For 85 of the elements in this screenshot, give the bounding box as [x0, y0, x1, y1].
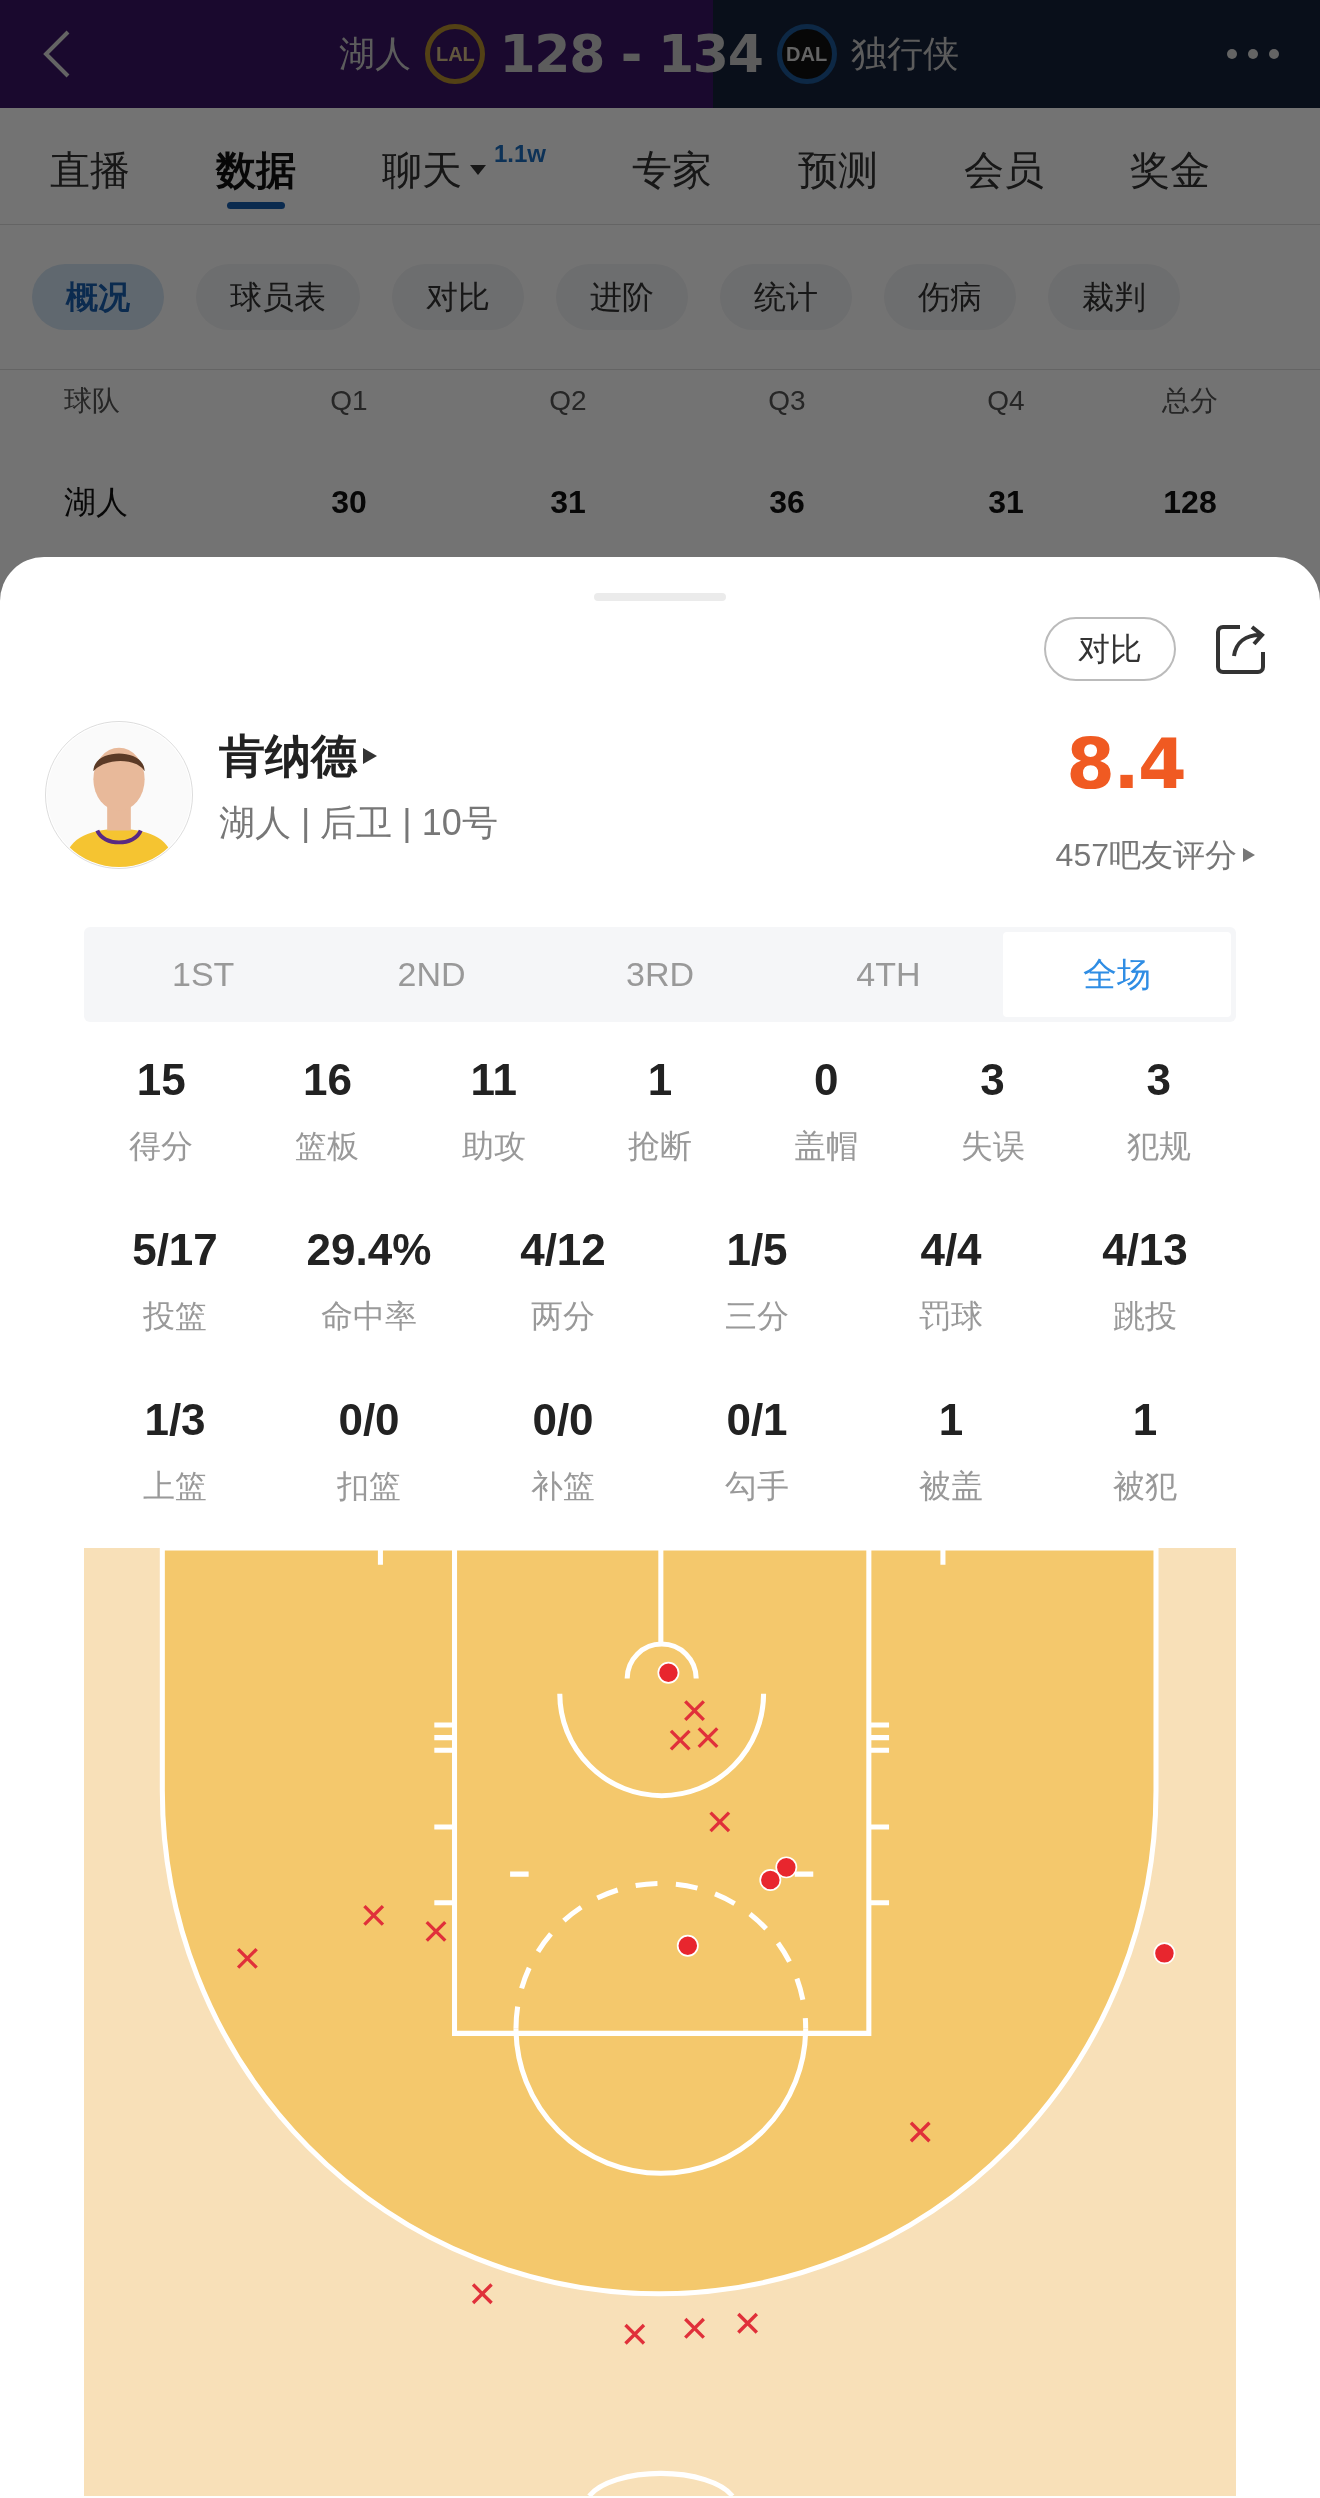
stat-label: 三分	[725, 1300, 789, 1332]
tab[interactable]: 专家	[632, 150, 713, 190]
table-cell-text: 36	[769, 483, 805, 522]
table-cell-text: 湖人	[64, 483, 128, 522]
stat-value: 4/12	[520, 1228, 606, 1272]
filter-chip[interactable]: 伤病	[884, 264, 1016, 330]
stat-label: 盖帽	[794, 1130, 859, 1162]
table-cell-text: 总分	[1162, 384, 1218, 418]
player-name[interactable]: 肯纳德	[219, 733, 357, 779]
score: 128 - 134	[499, 23, 763, 86]
table-cell-text: Q2	[549, 384, 587, 418]
filter-chip[interactable]: 对比	[392, 264, 524, 330]
stat-label: 补篮	[531, 1470, 595, 1502]
stat-label: 失误	[960, 1130, 1025, 1162]
tab[interactable]: 奖金	[1130, 150, 1211, 190]
stat-value: 1/3	[144, 1398, 206, 1442]
stat-label: 助攻	[461, 1130, 526, 1162]
player-info: 湖人 | 后卫 | 10号	[219, 805, 499, 841]
period-tab[interactable]: 全场	[1002, 932, 1232, 1017]
stat-label: 命中率	[321, 1300, 417, 1332]
tab[interactable]: 会员	[964, 150, 1045, 190]
stat-label: 得分	[129, 1130, 194, 1162]
table-cell-text: Q4	[987, 384, 1025, 418]
stat-value: 3	[980, 1058, 1005, 1102]
stat-label: 勾手	[725, 1470, 789, 1502]
tab-underline	[227, 202, 285, 209]
filter-chip[interactable]: 球员表	[196, 264, 360, 330]
period-tab[interactable]: 3RD	[545, 932, 775, 1017]
stat-value: 0	[814, 1058, 839, 1102]
stat-value: 29.4%	[306, 1228, 432, 1272]
stat-value: 1	[647, 1058, 673, 1102]
filter-chip[interactable]: 进阶	[556, 264, 688, 330]
stat-label: 跳投	[1113, 1300, 1177, 1332]
team-name: 独行侠	[850, 32, 959, 76]
more-icon[interactable]	[1226, 48, 1280, 60]
stat-value: 0/1	[726, 1398, 788, 1442]
period-tab[interactable]: 4TH	[774, 932, 1003, 1017]
stat-value: 15	[136, 1058, 186, 1102]
stat-value: 0/0	[338, 1398, 400, 1442]
stat-value: 16	[302, 1058, 352, 1102]
stat-label: 被犯	[1113, 1470, 1177, 1502]
filter-chip[interactable]: 裁判	[1048, 264, 1180, 330]
stat-value: 1	[938, 1398, 964, 1442]
team-logo: LAL	[425, 24, 486, 84]
filter-chip[interactable]: 概况	[32, 264, 164, 330]
tab[interactable]: 直播	[50, 150, 130, 190]
play-icon	[1243, 848, 1255, 862]
tab[interactable]: 数据	[216, 150, 296, 190]
table-cell-text: 球队	[64, 384, 120, 418]
period-tab[interactable]: 1ST	[89, 932, 318, 1017]
stat-label: 抢断	[628, 1130, 692, 1162]
stat-label: 上篮	[143, 1470, 207, 1502]
stat-label: 罚球	[919, 1300, 983, 1332]
team-name: 湖人	[339, 32, 412, 76]
table-cell-text: 31	[988, 483, 1024, 522]
stat-label: 扣篮	[337, 1470, 401, 1502]
stat-value: 1	[1132, 1398, 1158, 1442]
table-cell-text: 30	[331, 483, 367, 522]
play-icon	[363, 748, 377, 764]
rating-count[interactable]: 457吧友评分	[1055, 839, 1237, 871]
stat-value: 0/0	[532, 1398, 594, 1442]
stat-label: 被盖	[919, 1470, 983, 1502]
table-cell-text: 128	[1163, 483, 1217, 522]
table-cell-text: 31	[550, 483, 586, 522]
compare-button[interactable]: 对比	[1044, 617, 1176, 681]
stat-value: 5/17	[132, 1228, 218, 1272]
period-tab[interactable]: 2ND	[317, 932, 546, 1017]
tab[interactable]: 聊天	[382, 150, 462, 190]
rating-score: 8.4	[1066, 729, 1185, 799]
stat-label: 投篮	[143, 1300, 207, 1332]
team-logo: DAL	[776, 24, 837, 84]
table-cell-text: Q3	[768, 384, 806, 418]
stat-label: 篮板	[295, 1130, 360, 1162]
badge-count: 1.1w	[494, 139, 547, 169]
stat-value: 1/5	[726, 1228, 788, 1272]
stat-value: 4/13	[1102, 1228, 1188, 1272]
table-cell-text: Q1	[330, 384, 368, 418]
stat-label: 两分	[531, 1300, 595, 1332]
stat-value: 3	[1146, 1058, 1172, 1102]
tab[interactable]: 预测	[798, 150, 879, 190]
stat-value: 11	[470, 1058, 517, 1102]
filter-chip[interactable]: 统计	[720, 264, 852, 330]
stat-value: 4/4	[920, 1228, 982, 1272]
share-icon[interactable]	[1214, 622, 1268, 676]
stat-label: 犯规	[1126, 1130, 1191, 1162]
